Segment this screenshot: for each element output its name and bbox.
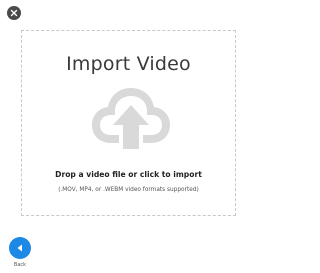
close-icon bbox=[10, 9, 18, 17]
drop-zone-title: Import Video bbox=[66, 53, 191, 75]
arrow-left-icon bbox=[17, 244, 22, 252]
drop-instruction: Drop a video file or click to import bbox=[55, 170, 202, 179]
import-video-dialog: Import Video Drop a video file or click … bbox=[0, 0, 240, 273]
video-drop-zone[interactable]: Import Video Drop a video file or click … bbox=[21, 30, 236, 216]
back-label: Back bbox=[13, 262, 27, 268]
supported-formats-note: (.MOV, MP4, or .WEBM video formats suppo… bbox=[58, 187, 199, 193]
cloud-upload-icon bbox=[92, 88, 170, 149]
back-button[interactable] bbox=[9, 237, 31, 259]
close-button[interactable] bbox=[7, 6, 21, 20]
